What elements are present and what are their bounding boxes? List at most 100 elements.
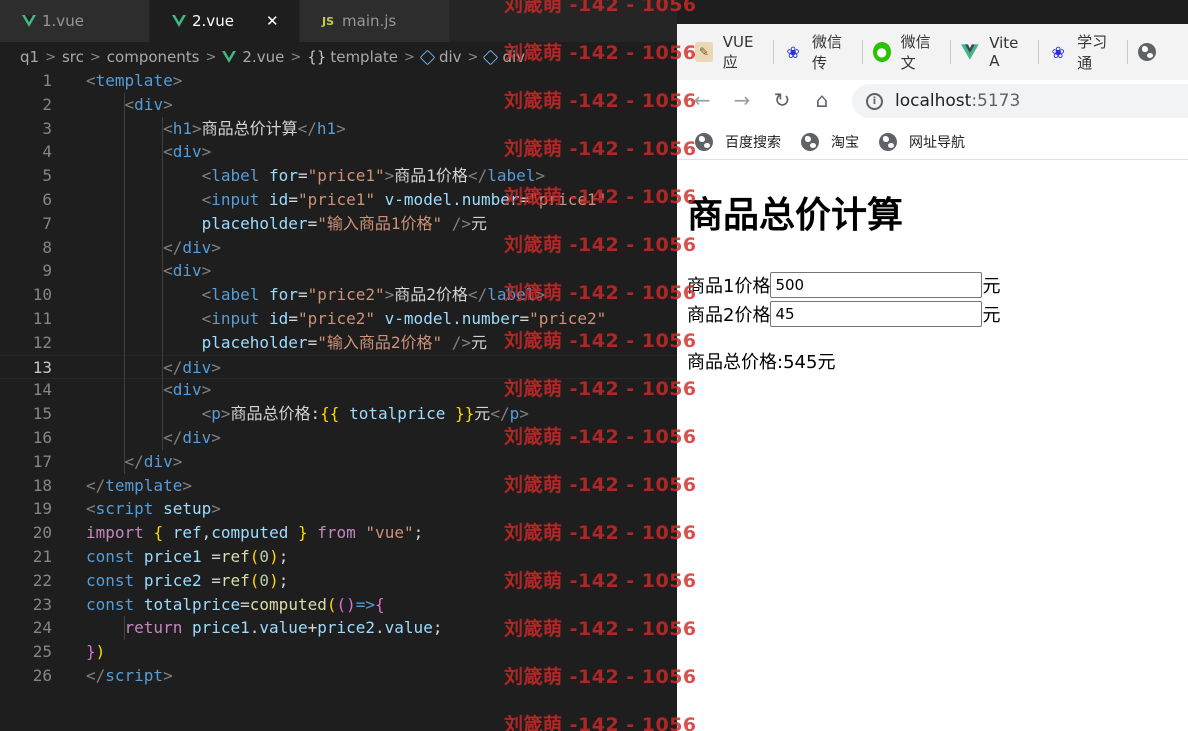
code-line[interactable]: 23 const totalprice=computed(()=>{	[0, 593, 677, 617]
page-title: 商品总价计算	[687, 195, 904, 236]
watermark-text: 刘箴萌 -142 - 1056	[504, 522, 697, 544]
code-text: <template>	[86, 71, 183, 90]
tab-label: 1.vue	[42, 12, 84, 30]
total-unit: 元	[817, 352, 836, 373]
vite-icon	[961, 44, 980, 60]
watermark-text: 刘箴萌 -142 - 1056	[504, 666, 697, 688]
total-prefix: 商品总价格:	[687, 352, 784, 373]
watermark-text: 刘箴萌 -142 - 1056	[504, 42, 697, 64]
breadcrumb-item[interactable]: components	[107, 48, 200, 66]
code-text: <div>	[124, 94, 173, 114]
code-text: const price2 =ref(0);	[86, 570, 289, 590]
bookmark-label: Vite A	[989, 34, 1019, 70]
line-number: 19	[32, 499, 52, 519]
vue-file-icon	[222, 51, 237, 63]
bookmark-vue[interactable]: ✎ VUE应	[695, 33, 775, 71]
indent-guide	[124, 616, 125, 641]
breadcrumb-item[interactable]: div	[439, 48, 462, 66]
breadcrumb-item[interactable]: q1	[20, 48, 39, 66]
watermark-text: 刘箴萌 -142 - 1056	[504, 234, 697, 256]
line-number: 10	[32, 285, 52, 305]
line-number: 17	[32, 451, 52, 471]
watermark-text: 刘箴萌 -142 - 1056	[504, 330, 697, 352]
code-text: </div>	[124, 451, 183, 471]
vue-file-icon	[22, 15, 36, 27]
breadcrumb-item[interactable]: 2.vue	[242, 48, 284, 66]
watermark-text: 刘箴萌 -142 - 1056	[504, 426, 697, 448]
breadcrumb-item[interactable]: template	[330, 48, 398, 66]
line-number: 20	[32, 523, 52, 543]
element-cube-icon	[419, 49, 436, 65]
line-number: 1	[42, 71, 52, 90]
code-text: placeholder="输入商品2价格" />元	[201, 332, 488, 352]
total-value: 545	[783, 352, 818, 373]
line-number: 9	[42, 261, 52, 281]
watermark-text: 刘箴萌 -142 - 1056	[504, 378, 697, 400]
price1-row: 商品1价格 元	[687, 270, 1177, 299]
code-text: </script>	[86, 666, 173, 685]
tab-main-js[interactable]: JS main.js	[300, 0, 450, 42]
bookmark-wechat-doc[interactable]: ● 微信文	[872, 33, 952, 72]
tab-1-vue[interactable]: 1.vue	[0, 0, 150, 42]
bookmark-more[interactable]	[1138, 40, 1178, 64]
chevron-right-icon: >	[290, 49, 302, 65]
js-file-icon: JS	[322, 14, 335, 28]
bookmark-label: 微信文	[900, 33, 931, 72]
bookmark-xuexitong[interactable]: ❀ 学习通	[1049, 33, 1128, 72]
address-bar[interactable]: i localhost:5173	[852, 84, 1188, 118]
watermark-text: 刘箴萌 -142 - 1056	[504, 714, 697, 731]
tab-label: main.js	[342, 12, 397, 30]
bookmark-nav[interactable]: 网址导航	[879, 132, 965, 152]
code-text: </template>	[86, 475, 192, 495]
tab-2-vue[interactable]: 2.vue ✕	[150, 0, 300, 42]
vue-bookmark-icon: ✎	[695, 42, 713, 62]
code-text: <div>	[163, 261, 212, 281]
wechat-icon: ●	[872, 42, 891, 62]
code-text: import { ref,computed } from "vue";	[86, 523, 424, 543]
watermark-text: 刘箴萌 -142 - 1056	[504, 474, 697, 496]
chevron-right-icon: >	[404, 49, 415, 65]
bookmark-vite[interactable]: Vite A	[961, 34, 1040, 70]
indent-guide	[124, 92, 125, 474]
price2-unit: 元	[982, 304, 1001, 326]
bookmark-baidu-search[interactable]: 百度搜索	[695, 132, 781, 152]
code-text: })	[86, 642, 106, 662]
globe-icon	[801, 132, 819, 151]
code-text: <label for="price1">商品1价格</label>	[201, 166, 546, 186]
indent-guide	[162, 402, 163, 450]
bookmark-wechat-transfer[interactable]: ❀ 微信传	[784, 33, 863, 72]
breadcrumb-item[interactable]: src	[62, 48, 84, 66]
tab-label: 2.vue	[192, 12, 234, 30]
line-number: 2	[42, 94, 52, 114]
bookmark-taobao[interactable]: 淘宝	[801, 132, 859, 152]
vue-file-icon	[172, 15, 186, 27]
watermark-text: 刘箴萌 -142 - 1056	[504, 0, 697, 16]
close-icon[interactable]: ✕	[266, 12, 279, 30]
bookmark-label: VUE应	[722, 32, 754, 71]
code-text: const price1 =ref(0);	[86, 547, 289, 566]
bookmark-bar-bottom: 百度搜索 淘宝 网址导航	[677, 124, 1188, 160]
bookmark-label: 网址导航	[909, 134, 965, 151]
price1-unit: 元	[982, 275, 1001, 297]
watermark-text: 刘箴萌 -142 - 1056	[504, 570, 697, 592]
price1-input[interactable]	[770, 271, 983, 298]
baidu-paw-icon: ❀	[786, 42, 800, 62]
code-line[interactable]: 25})	[0, 640, 677, 664]
globe-icon	[1138, 43, 1156, 61]
line-number: 13	[32, 357, 52, 377]
price2-input[interactable]	[770, 300, 983, 327]
reload-icon[interactable]: ↻	[767, 85, 797, 115]
code-text: <script setup>	[86, 499, 221, 519]
page-content: 商品总价计算 商品1价格 元 商品2价格 元 商品总价格:545元	[687, 190, 1177, 374]
line-number: 16	[32, 428, 52, 447]
home-icon[interactable]: ⌂	[807, 85, 837, 115]
chevron-right-icon: >	[467, 49, 479, 65]
globe-icon	[879, 132, 897, 151]
indent-guide	[162, 164, 163, 236]
line-number: 5	[42, 166, 52, 186]
line-number: 24	[32, 618, 52, 638]
line-number: 26	[32, 666, 52, 685]
line-number: 15	[32, 404, 52, 424]
forward-arrow-icon[interactable]: →	[727, 85, 757, 115]
line-number: 4	[42, 142, 52, 162]
